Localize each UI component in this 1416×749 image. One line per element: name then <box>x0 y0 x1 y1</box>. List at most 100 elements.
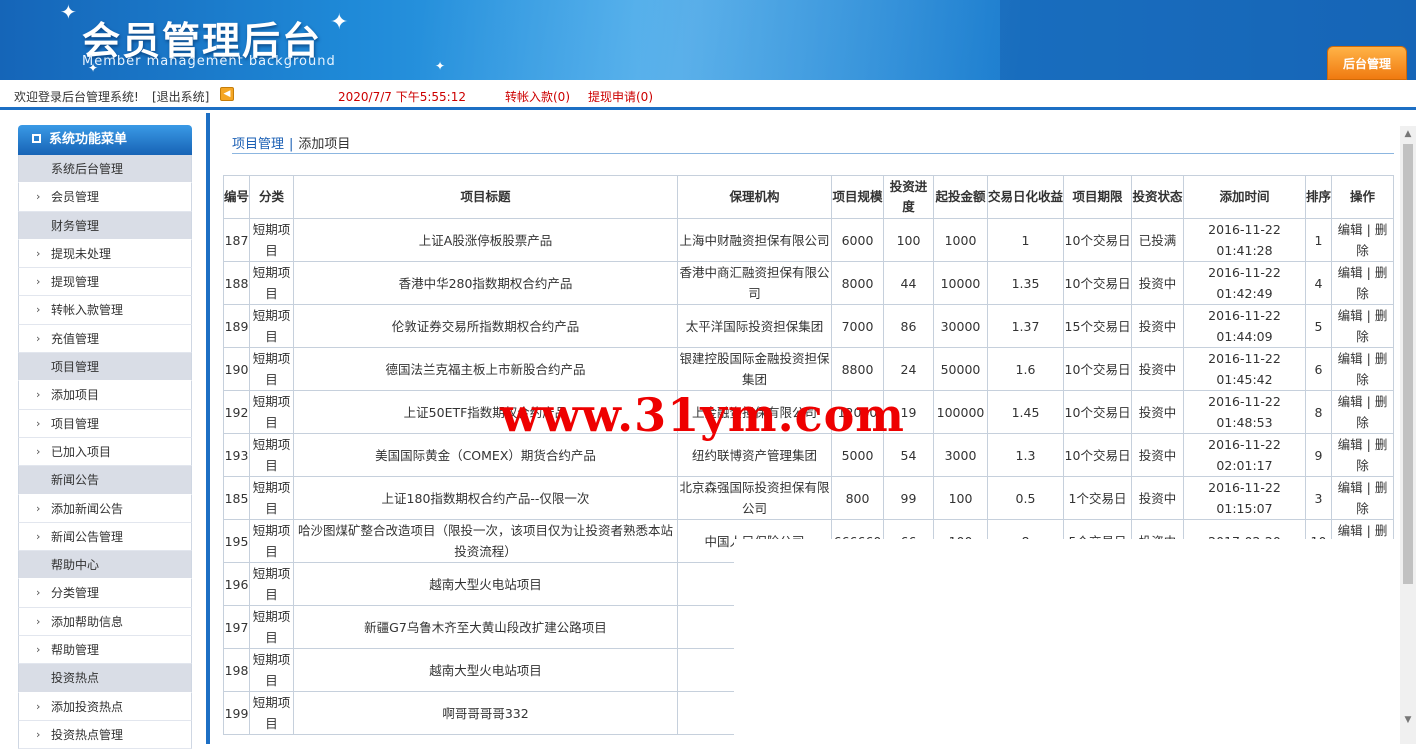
table-cell: 1.45 <box>987 390 1064 434</box>
scroll-thumb[interactable] <box>1403 144 1413 584</box>
sidebar-item[interactable]: › 投资热点管理 <box>18 720 192 749</box>
chevron-right-icon: › <box>36 699 41 713</box>
table-cell: 185 <box>223 476 250 520</box>
chevron-right-icon: › <box>36 275 41 289</box>
sidebar-item[interactable]: › 新闻公告管理 <box>18 522 192 552</box>
column-header: 保理机构 <box>677 175 832 219</box>
table-cell: 短期项目 <box>249 304 294 348</box>
table-cell: 银建控股国际金融投资担保集团 <box>677 347 832 391</box>
table-cell: 50000 <box>933 347 988 391</box>
table-cell: 短期项目 <box>249 347 294 391</box>
withdraw-link[interactable]: 提现申请(0) <box>588 88 653 105</box>
scrollbar[interactable]: ▲ ▼ <box>1400 126 1416 744</box>
table-cell: 30000 <box>933 304 988 348</box>
sidebar-item-label: 新闻公告 <box>51 473 100 488</box>
table-cell: 上海中财融资担保有限公司 <box>677 218 832 262</box>
sidebar-item[interactable]: › 添加项目 <box>18 381 192 410</box>
sidebar-item-label: 添加新闻公告 <box>51 501 124 516</box>
table-cell: 2016-11-22 01:15:07 <box>1183 476 1306 520</box>
chevron-right-icon: › <box>36 246 41 260</box>
table-cell: 短期项目 <box>249 648 294 692</box>
sidebar-item-label: 转帐入款管理 <box>51 303 124 318</box>
table-cell: 德国法兰克福主板上市新股合约产品 <box>293 347 678 391</box>
datetime-display: 2020/7/7 下午5:55:12 <box>338 90 466 104</box>
scroll-up-icon[interactable]: ▲ <box>1400 126 1416 142</box>
sidebar-item[interactable]: › 会员管理 <box>18 183 192 212</box>
row-actions[interactable]: 编辑 | 删除 <box>1331 218 1394 262</box>
table-cell: 短期项目 <box>249 390 294 434</box>
sidebar-item[interactable]: › 分类管理 <box>18 579 192 608</box>
sidebar-item[interactable]: › 转帐入款管理 <box>18 296 192 325</box>
column-header: 投资进度 <box>883 175 934 219</box>
scroll-down-icon[interactable]: ▼ <box>1400 712 1416 728</box>
table-cell: 投资中 <box>1131 476 1184 520</box>
column-header: 交易日化收益 <box>987 175 1064 219</box>
table-cell: 189 <box>223 304 250 348</box>
sidebar-item[interactable]: › 添加新闻公告 <box>18 494 192 523</box>
column-header: 排序 <box>1305 175 1332 219</box>
table-cell: 投资中 <box>1131 433 1184 477</box>
sidebar-item-label: 系统后台管理 <box>51 162 124 176</box>
sidebar-item[interactable]: › 帮助管理 <box>18 636 192 665</box>
sidebar-group: 系统后台管理 <box>18 155 192 184</box>
table-cell: 短期项目 <box>249 476 294 520</box>
table-cell: 199 <box>223 691 250 735</box>
sidebar-item-label: 添加投资热点 <box>51 699 124 714</box>
table-cell: 2016-11-22 01:48:53 <box>1183 390 1306 434</box>
chevron-right-icon: › <box>36 614 41 628</box>
table-cell: 2016-11-22 01:42:49 <box>1183 261 1306 305</box>
sidebar-group: 帮助中心 <box>18 551 192 580</box>
table-cell: 10个交易日 <box>1063 347 1132 391</box>
blank-overlay <box>734 539 1394 744</box>
table-cell: 2016-11-22 01:44:09 <box>1183 304 1306 348</box>
table-cell: 1个交易日 <box>1063 476 1132 520</box>
column-header: 添加时间 <box>1183 175 1306 219</box>
row-actions[interactable]: 编辑 | 删除 <box>1331 390 1394 434</box>
table-row: 189 短期项目 伦敦证券交易所指数期权合约产品 太平洋国际投资担保集团 7000 86 3… <box>223 304 1394 348</box>
breadcrumb-separator: | <box>289 137 294 152</box>
table-cell: 1.3 <box>987 433 1064 477</box>
row-actions[interactable]: 编辑 | 删除 <box>1331 433 1394 477</box>
table-cell: 15个交易日 <box>1063 304 1132 348</box>
table-cell: 198 <box>223 648 250 692</box>
chevron-right-icon: › <box>36 303 41 317</box>
table-cell: 太平洋国际投资担保集团 <box>677 304 832 348</box>
chevron-right-icon: › <box>36 501 41 515</box>
table-cell: 已投满 <box>1131 218 1184 262</box>
chevron-right-icon: › <box>36 388 41 402</box>
menu-header-label: 系统功能菜单 <box>49 132 128 147</box>
admin-tab[interactable]: 后台管理 <box>1327 46 1407 80</box>
table-row: 188 短期项目 香港中华280指数期权合约产品 香港中商汇融资担保有限公司 8000 4… <box>223 261 1394 305</box>
chevron-right-icon: › <box>36 586 41 600</box>
sidebar-item-label: 帮助管理 <box>51 643 100 658</box>
menu-list: 系统后台管理 › 会员管理 财务管理 › 提现未处理 › 提现管理 › 转帐入款管理 › 充值管理 项目… <box>18 155 192 749</box>
table-cell: 短期项目 <box>249 433 294 477</box>
table-cell: 上证180指数期权合约产品--仅限一次 <box>293 476 678 520</box>
row-actions[interactable]: 编辑 | 删除 <box>1331 476 1394 520</box>
transfer-link[interactable]: 转帐入款(0) <box>505 88 570 105</box>
table-cell: 86 <box>883 304 934 348</box>
row-actions[interactable]: 编辑 | 删除 <box>1331 261 1394 305</box>
table-row: 190 短期项目 德国法兰克福主板上市新股合约产品 银建控股国际金融投资担保集团 880… <box>223 347 1394 391</box>
row-actions[interactable]: 编辑 | 删除 <box>1331 347 1394 391</box>
sidebar-item[interactable]: › 提现管理 <box>18 268 192 297</box>
speaker-icon[interactable]: ◀ <box>220 87 234 101</box>
breadcrumb: 项目管理 | 添加项目 <box>232 133 350 152</box>
table-cell: 7000 <box>831 304 884 348</box>
sidebar-item[interactable]: › 已加入项目 <box>18 437 192 467</box>
column-header: 分类 <box>249 175 294 219</box>
row-actions[interactable]: 编辑 | 删除 <box>1331 304 1394 348</box>
sidebar-item[interactable]: › 提现未处理 <box>18 239 192 269</box>
table-cell: 5 <box>1305 304 1332 348</box>
sidebar-item[interactable]: › 添加帮助信息 <box>18 607 192 637</box>
sidebar-item-label: 帮助中心 <box>51 558 100 573</box>
sidebar-item[interactable]: › 添加投资热点 <box>18 692 192 721</box>
sidebar-item[interactable]: › 项目管理 <box>18 409 192 438</box>
breadcrumb-parent[interactable]: 项目管理 <box>232 137 284 152</box>
logout-link[interactable]: [退出系统] <box>152 88 209 105</box>
sidebar-item-label: 提现管理 <box>51 275 100 290</box>
sidebar-item[interactable]: › 充值管理 <box>18 324 192 354</box>
table-cell: 1000 <box>933 218 988 262</box>
sidebar-item-label: 分类管理 <box>51 586 100 601</box>
sidebar-item-label: 项目管理 <box>51 416 100 431</box>
